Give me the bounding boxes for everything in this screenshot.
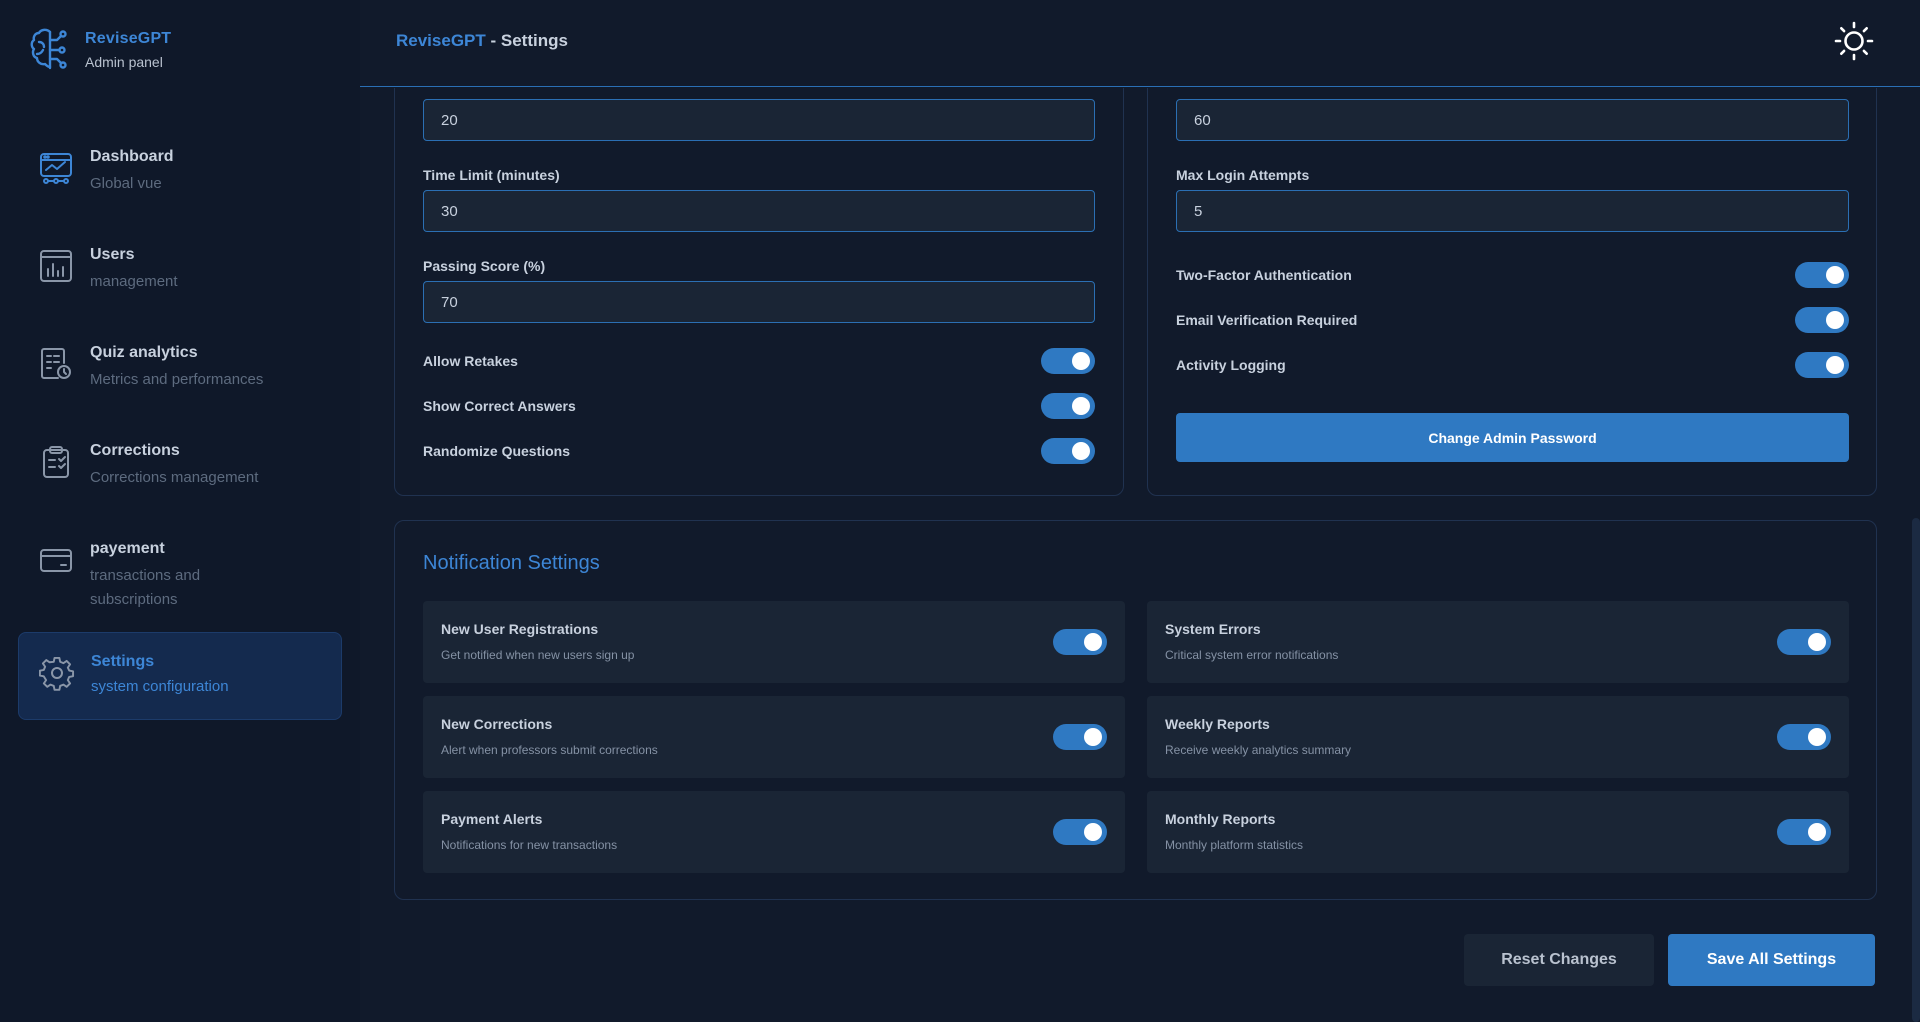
notif-description: Monthly platform statistics (1165, 838, 1304, 852)
toggle-label: Email Verification Required (1176, 312, 1358, 328)
email-verification-toggle[interactable] (1795, 307, 1849, 333)
notif-description: Alert when professors submit corrections (441, 743, 658, 757)
sidebar: ReviseGPT Admin panel Dashboard Global v… (0, 0, 360, 1022)
randomize-questions-row: Randomize Questions (423, 438, 1095, 464)
reset-changes-button[interactable]: Reset Changes (1464, 934, 1654, 986)
quiz-settings-panel: Time Limit (minutes) Passing Score (%) A… (394, 88, 1124, 496)
save-all-settings-button[interactable]: Save All Settings (1668, 934, 1875, 986)
sidebar-item-dashboard[interactable]: Dashboard Global vue (18, 130, 342, 228)
notif-title: Payment Alerts (441, 811, 543, 827)
activity-logging-row: Activity Logging (1176, 352, 1849, 378)
sidebar-item-settings[interactable]: Settings system configuration (18, 632, 342, 720)
settings-content: Time Limit (minutes) Passing Score (%) A… (360, 88, 1920, 1022)
sidebar-item-label: Quiz analytics (90, 344, 198, 361)
sidebar-item-label: Users (90, 246, 135, 263)
sidebar-item-label: payement (90, 540, 165, 557)
header-separator: - (485, 31, 501, 50)
sidebar-item-payement[interactable]: payement transactions and subscriptions (18, 522, 342, 632)
sun-icon[interactable] (1833, 20, 1875, 62)
security-settings-panel: Max Login Attempts Two-Factor Authentica… (1147, 88, 1877, 496)
sidebar-item-corrections[interactable]: Corrections Corrections management (18, 424, 342, 522)
notif-description: Get notified when new users sign up (441, 648, 635, 662)
weekly-reports-toggle[interactable] (1777, 724, 1831, 750)
toggle-label: Show Correct Answers (423, 398, 576, 414)
system-errors-toggle[interactable] (1777, 629, 1831, 655)
brand[interactable]: ReviseGPT Admin panel (28, 26, 171, 74)
brain-circuit-icon (30, 28, 67, 70)
show-correct-answers-row: Show Correct Answers (423, 393, 1095, 419)
sidebar-item-subtitle: Metrics and performances (90, 371, 264, 388)
notif-payment-alerts: Payment Alerts Notifications for new tra… (423, 791, 1125, 873)
toggle-label: Two-Factor Authentication (1176, 267, 1352, 283)
credit-card-icon (38, 542, 74, 578)
sidebar-item-label: Corrections (90, 442, 180, 459)
notif-new-user-registrations: New User Registrations Get notified when… (423, 601, 1125, 683)
questions-per-quiz-input[interactable] (423, 99, 1095, 141)
max-login-attempts-label: Max Login Attempts (1176, 167, 1310, 183)
payment-alerts-toggle[interactable] (1053, 819, 1107, 845)
max-login-attempts-input[interactable] (1176, 190, 1849, 232)
header-app-name: ReviseGPT (396, 31, 486, 50)
notif-description: Notifications for new transactions (441, 838, 618, 852)
allow-retakes-toggle[interactable] (1041, 348, 1095, 374)
quiz-analytics-icon (38, 346, 74, 382)
notif-system-errors: System Errors Critical system error noti… (1147, 601, 1849, 683)
session-timeout-input[interactable] (1176, 99, 1849, 141)
two-factor-row: Two-Factor Authentication (1176, 262, 1849, 288)
dashboard-icon (38, 150, 74, 186)
sidebar-item-label: Settings (91, 653, 155, 670)
monthly-reports-toggle[interactable] (1777, 819, 1831, 845)
notif-new-corrections: New Corrections Alert when professors su… (423, 696, 1125, 778)
email-verification-row: Email Verification Required (1176, 307, 1849, 333)
sidebar-item-quiz-analytics[interactable]: Quiz analytics Metrics and performances (18, 326, 342, 424)
notif-description: Critical system error notifications (1165, 648, 1339, 662)
notif-title: Monthly Reports (1165, 811, 1276, 827)
sidebar-item-subtitle: Corrections management (90, 469, 259, 486)
notif-title: New User Registrations (441, 621, 599, 637)
new-user-registrations-toggle[interactable] (1053, 629, 1107, 655)
sidebar-item-users[interactable]: Users management (18, 228, 342, 326)
randomize-questions-toggle[interactable] (1041, 438, 1095, 464)
users-chart-icon (38, 248, 74, 284)
sidebar-item-subtitle: Global vue (90, 175, 162, 192)
toggle-label: Randomize Questions (423, 443, 571, 459)
two-factor-toggle[interactable] (1795, 262, 1849, 288)
notif-description: Receive weekly analytics summary (1165, 743, 1352, 757)
brand-subtitle: Admin panel (85, 54, 163, 70)
brand-name: ReviseGPT (85, 30, 172, 47)
new-corrections-toggle[interactable] (1053, 724, 1107, 750)
sidebar-nav: Dashboard Global vue Users management Qu… (18, 130, 342, 720)
notif-title: New Corrections (441, 716, 553, 732)
clipboard-check-icon (38, 444, 74, 480)
sidebar-item-label: Dashboard (90, 148, 174, 165)
sidebar-item-subtitle: management (90, 273, 178, 290)
activity-logging-toggle[interactable] (1795, 352, 1849, 378)
toggle-label: Allow Retakes (423, 353, 518, 369)
notif-title: System Errors (1165, 621, 1261, 637)
notif-monthly-reports: Monthly Reports Monthly platform statist… (1147, 791, 1849, 873)
time-limit-input[interactable] (423, 190, 1095, 232)
header-page-name: Settings (500, 31, 568, 50)
sidebar-item-subtitle: transactions and subscriptions (90, 567, 201, 608)
show-correct-answers-toggle[interactable] (1041, 393, 1095, 419)
gear-icon (38, 655, 75, 691)
toggle-label: Activity Logging (1176, 357, 1286, 373)
notif-weekly-reports: Weekly Reports Receive weekly analytics … (1147, 696, 1849, 778)
notification-settings-title: Notification Settings (423, 552, 600, 574)
top-header: ReviseGPT - Settings (360, 0, 1920, 87)
page-title: ReviseGPT - Settings (396, 31, 568, 51)
sidebar-item-subtitle: system configuration (91, 678, 229, 695)
scrollbar-thumb[interactable] (1912, 518, 1920, 1022)
change-admin-password-button[interactable]: Change Admin Password (1176, 413, 1849, 462)
notification-settings-panel: Notification Settings New User Registrat… (394, 520, 1877, 900)
allow-retakes-row: Allow Retakes (423, 348, 1095, 374)
time-limit-label: Time Limit (minutes) (423, 167, 560, 183)
passing-score-input[interactable] (423, 281, 1095, 323)
passing-score-label: Passing Score (%) (423, 258, 546, 274)
notif-title: Weekly Reports (1165, 716, 1270, 732)
